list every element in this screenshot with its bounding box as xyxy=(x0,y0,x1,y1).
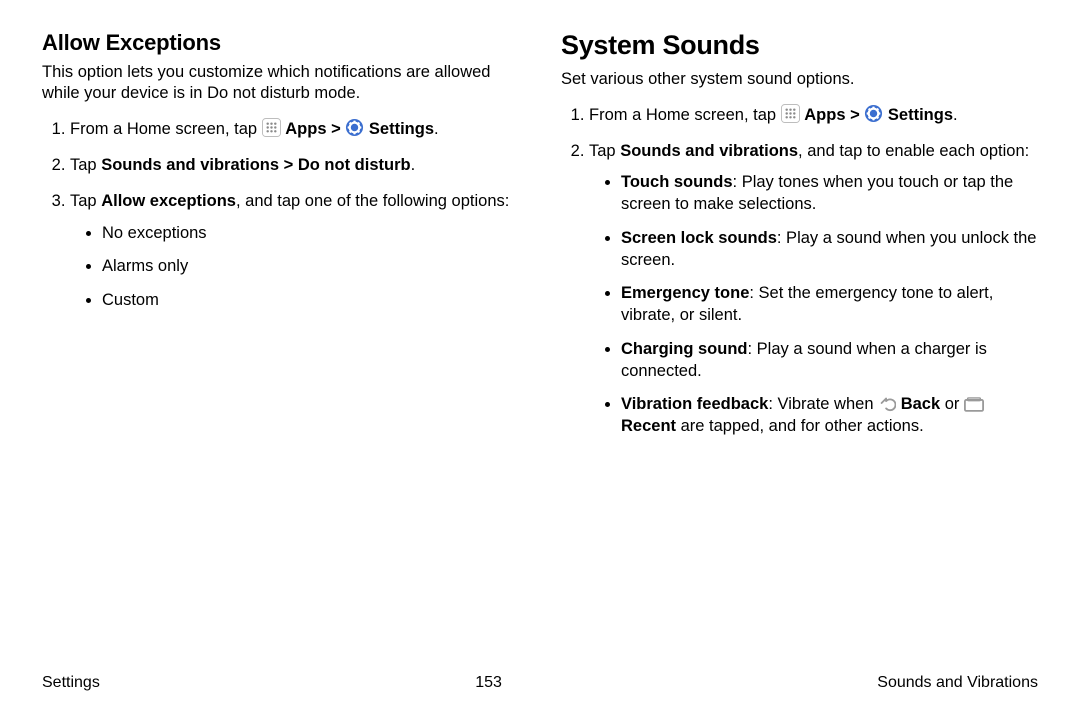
apps-icon xyxy=(262,118,281,137)
list-item: Vibration feedback: Vibrate when Back or… xyxy=(621,394,1038,438)
step-text: Tap xyxy=(70,192,101,210)
manual-page: Allow Exceptions This option lets you cu… xyxy=(0,0,1080,720)
option-desc: or xyxy=(940,395,964,413)
system-sounds-lead: Set various other system sound options. xyxy=(561,69,1038,90)
list-item: Touch sounds: Play tones when you touch … xyxy=(621,172,1038,216)
chevron-right-icon: > xyxy=(331,120,345,138)
option-name: Touch sounds xyxy=(621,173,733,191)
apps-icon xyxy=(781,104,800,123)
option-name: Charging sound xyxy=(621,340,748,358)
option-name: Emergency tone xyxy=(621,284,749,302)
step-text: From a Home screen, tap xyxy=(589,106,781,124)
step-text: From a Home screen, tap xyxy=(70,120,262,138)
option-name: Vibration feedback xyxy=(621,395,768,413)
allow-exceptions-heading: Allow Exceptions xyxy=(42,30,519,56)
step-1: From a Home screen, tap Apps > Settings. xyxy=(589,104,1038,126)
option-name: Screen lock sounds xyxy=(621,229,777,247)
gear-icon xyxy=(345,118,364,137)
step-text: Tap xyxy=(589,142,620,160)
list-item: Charging sound: Play a sound when a char… xyxy=(621,339,1038,383)
step-text: , and tap to enable each option: xyxy=(798,142,1029,160)
period: . xyxy=(953,106,958,124)
step-bold: Sounds and vibrations xyxy=(620,142,798,160)
step-bold: Allow exceptions xyxy=(101,192,236,210)
step-1: From a Home screen, tap Apps > Settings. xyxy=(70,118,519,140)
list-item: Emergency tone: Set the emergency tone t… xyxy=(621,283,1038,327)
allow-exceptions-options: No exceptions Alarms only Custom xyxy=(70,223,519,312)
system-sounds-heading: System Sounds xyxy=(561,30,1038,61)
right-column: System Sounds Set various other system s… xyxy=(561,30,1038,664)
list-item: Screen lock sounds: Play a sound when yo… xyxy=(621,228,1038,272)
settings-label: Settings xyxy=(369,120,434,138)
footer-left: Settings xyxy=(42,674,100,692)
period: . xyxy=(434,120,439,138)
gear-icon xyxy=(864,104,883,123)
list-item: No exceptions xyxy=(102,223,519,245)
apps-label: Apps xyxy=(804,106,845,124)
back-icon xyxy=(878,394,896,412)
apps-label: Apps xyxy=(285,120,326,138)
page-number: 153 xyxy=(475,674,502,692)
option-desc: : Vibrate when xyxy=(768,395,878,413)
footer-right: Sounds and Vibrations xyxy=(877,674,1038,692)
recent-icon xyxy=(964,397,984,412)
recent-label: Recent xyxy=(621,417,676,435)
step-text: Tap xyxy=(70,156,101,174)
left-column: Allow Exceptions This option lets you cu… xyxy=(42,30,519,664)
step-2: Tap Sounds and vibrations, and tap to en… xyxy=(589,140,1038,438)
allow-exceptions-lead: This option lets you customize which not… xyxy=(42,62,519,104)
list-item: Custom xyxy=(102,290,519,312)
settings-label: Settings xyxy=(888,106,953,124)
back-label: Back xyxy=(901,395,940,413)
page-footer: Settings 153 Sounds and Vibrations xyxy=(42,674,1038,692)
step-3: Tap Allow exceptions, and tap one of the… xyxy=(70,190,519,311)
period: . xyxy=(411,156,416,174)
list-item: Alarms only xyxy=(102,256,519,278)
columns: Allow Exceptions This option lets you cu… xyxy=(42,30,1038,664)
chevron-right-icon: > xyxy=(850,106,864,124)
step-text: , and tap one of the following options: xyxy=(236,192,509,210)
step-2: Tap Sounds and vibrations > Do not distu… xyxy=(70,154,519,176)
allow-exceptions-steps: From a Home screen, tap Apps > Settings.… xyxy=(42,118,519,312)
step-bold: Sounds and vibrations > Do not disturb xyxy=(101,156,410,174)
option-desc: are tapped, and for other actions. xyxy=(676,417,924,435)
system-sounds-options: Touch sounds: Play tones when you touch … xyxy=(589,172,1038,438)
system-sounds-steps: From a Home screen, tap Apps > Settings.… xyxy=(561,104,1038,438)
